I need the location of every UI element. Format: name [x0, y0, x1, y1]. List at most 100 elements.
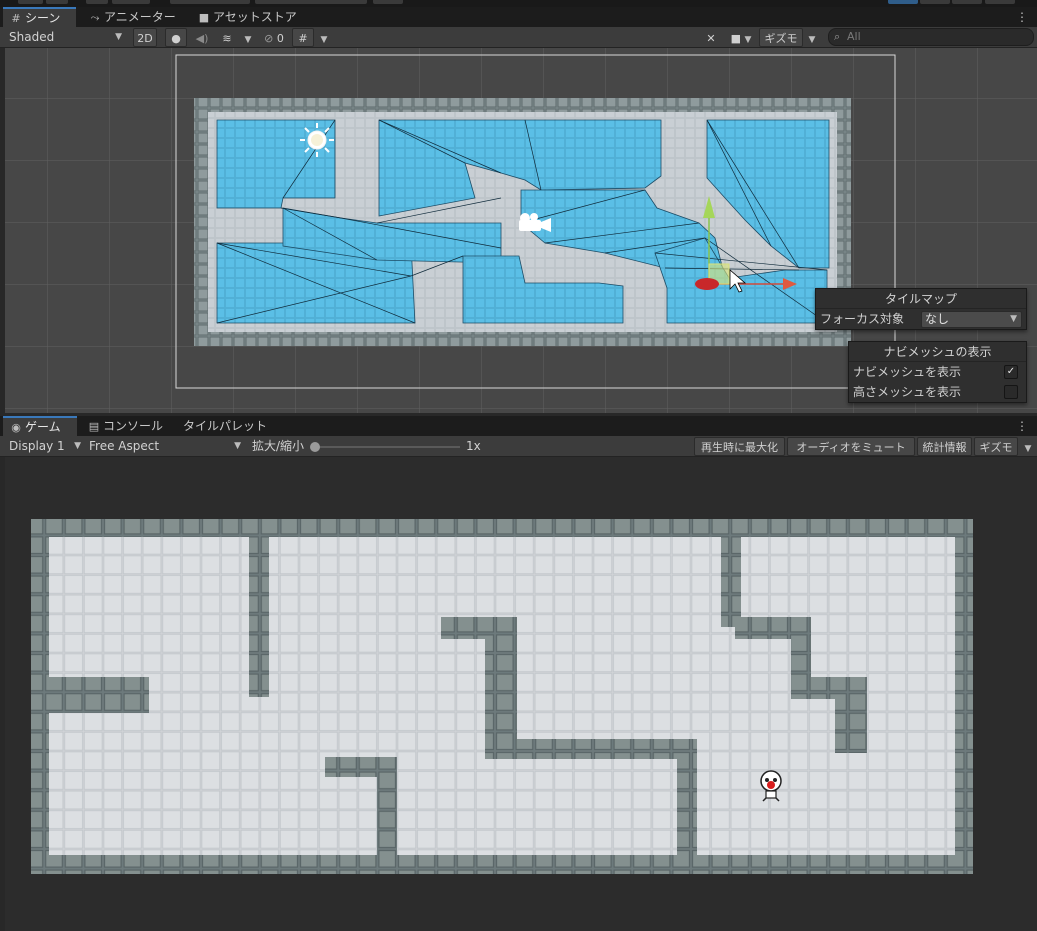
chevron-down-icon: ▼	[115, 32, 122, 42]
gizmos-dropdown[interactable]: ▼	[804, 28, 820, 47]
bag-icon: ■	[198, 11, 210, 24]
top-control[interactable]	[46, 0, 68, 4]
top-control[interactable]	[255, 0, 367, 4]
tilemap-overlay: タイルマップ フォーカス対象 なし ▼	[815, 288, 1027, 330]
scene-view[interactable]: タイルマップ フォーカス対象 なし ▼ ナビメッシュの表示 ナビメッシュを表示 …	[5, 48, 1037, 413]
chevron-down-icon: ▼	[244, 35, 252, 45]
show-navmesh-label: ナビメッシュを表示	[853, 365, 962, 379]
tab-animator-label: アニメーター	[104, 10, 176, 24]
lightbulb-icon: ●	[171, 32, 181, 45]
effects-toggle[interactable]: ≋	[216, 28, 238, 47]
show-height-mesh-checkbox[interactable]	[1004, 385, 1018, 399]
game-gizmos-dropdown[interactable]: ▼	[1020, 437, 1036, 456]
camera-settings-button[interactable]: ■ ▼	[726, 28, 756, 47]
tab-menu-icon[interactable]: ⋮	[1016, 10, 1028, 24]
show-height-mesh-label: 高さメッシュを表示	[853, 385, 962, 399]
tab-asset-store-label: アセットストア	[213, 10, 297, 24]
editor-top-strip	[0, 0, 1037, 7]
navmesh-display-overlay: ナビメッシュの表示 ナビメッシュを表示 ✓ 高さメッシュを表示	[848, 341, 1027, 403]
effects-icon: ≋	[222, 32, 232, 45]
animator-icon: ⤳	[90, 11, 100, 24]
game-gizmos-button[interactable]: ギズモ	[974, 437, 1018, 456]
scene-search-input[interactable]: ⌕ All	[828, 28, 1034, 46]
tab-scene-label: シーン	[25, 11, 61, 25]
shading-mode-value: Shaded	[9, 30, 55, 44]
display-value: Display 1	[9, 439, 65, 453]
top-control[interactable]	[985, 0, 1015, 4]
chevron-down-icon: ▼	[1024, 444, 1032, 454]
focus-on-label: フォーカス対象	[820, 312, 905, 326]
camera-icon: ■	[730, 32, 741, 45]
scale-slider-track[interactable]	[314, 446, 460, 448]
focus-on-value: なし	[925, 312, 950, 326]
chevron-down-icon: ▼	[320, 35, 328, 45]
speaker-icon: ◀)	[195, 32, 209, 45]
tab-tile-palette-label: タイルパレット	[183, 419, 268, 433]
hidden-count: 0	[276, 32, 284, 45]
game-canvas	[31, 519, 973, 874]
grid-snap-toggle[interactable]: #	[292, 28, 314, 47]
audio-toggle[interactable]: ◀)	[191, 28, 213, 47]
aspect-value: Free Aspect	[89, 439, 160, 453]
top-control[interactable]	[170, 0, 250, 4]
scale-slider-handle[interactable]	[310, 442, 320, 452]
tools-icon: ✕	[706, 32, 716, 45]
tab-game[interactable]: ◉ ゲーム	[3, 416, 77, 437]
display-dropdown[interactable]: Display 1 ▼	[9, 437, 83, 456]
top-control[interactable]	[112, 0, 150, 4]
game-view[interactable]	[5, 457, 1037, 931]
tab-asset-store[interactable]: ■ アセットストア	[191, 7, 303, 28]
game-gizmos-label: ギズモ	[979, 441, 1013, 454]
tab-scene[interactable]: # シーン	[3, 7, 76, 28]
scene-gizmos-label: ギズモ	[764, 32, 798, 45]
scene-toolbar: Shaded ▼ 2D ● ◀) ≋ ▼ ⊘ 0 # ▼ ✕ ■ ▼ ギズモ ▼…	[0, 27, 1037, 48]
chevron-down-icon: ▼	[234, 441, 241, 451]
navmesh-overlay-title: ナビメッシュの表示	[849, 342, 1026, 362]
console-icon: ▤	[88, 420, 100, 433]
chevron-down-icon: ▼	[1010, 314, 1017, 324]
mute-audio-button[interactable]: オーディオをミュート	[787, 437, 915, 456]
show-navmesh-row: ナビメッシュを表示 ✓	[849, 362, 1026, 382]
aspect-dropdown[interactable]: Free Aspect ▼	[89, 437, 243, 456]
scale-value: 1x	[466, 439, 481, 453]
stats-button[interactable]: 統計情報	[917, 437, 972, 456]
grid-icon: #	[298, 32, 308, 45]
lighting-toggle[interactable]: ●	[165, 28, 187, 47]
tab-menu-icon[interactable]: ⋮	[1016, 419, 1028, 433]
maximize-on-play-button[interactable]: 再生時に最大化	[694, 437, 785, 456]
eye-slash-icon: ⊘	[264, 32, 274, 45]
show-height-mesh-row: 高さメッシュを表示	[849, 382, 1026, 402]
grid-dropdown[interactable]: ▼	[316, 28, 332, 47]
focus-on-dropdown[interactable]: なし ▼	[921, 311, 1022, 328]
tab-animator[interactable]: ⤳ アニメーター	[82, 7, 182, 28]
grid-icon: #	[11, 12, 21, 25]
top-control[interactable]	[920, 0, 950, 4]
account-control[interactable]	[888, 0, 918, 4]
top-control[interactable]	[952, 0, 982, 4]
shading-mode-dropdown[interactable]: Shaded ▼	[9, 28, 126, 47]
2d-mode-toggle[interactable]: 2D	[133, 28, 157, 47]
game-toolbar: Display 1 ▼ Free Aspect ▼ 拡大/縮小 1x 再生時に最…	[0, 436, 1037, 457]
gamepad-icon: ◉	[11, 421, 21, 434]
checkmark-icon: ✓	[1006, 366, 1016, 377]
chevron-down-icon: ▼	[744, 35, 752, 45]
tab-console[interactable]: ▤ コンソール	[81, 416, 169, 437]
top-control[interactable]	[18, 0, 43, 4]
effects-dropdown[interactable]: ▼	[240, 28, 256, 47]
stats-label: 統計情報	[922, 441, 967, 454]
mute-audio-label: オーディオをミュート	[796, 441, 906, 454]
tab-console-label: コンソール	[103, 419, 164, 433]
scene-gizmos-button[interactable]: ギズモ	[759, 28, 803, 47]
scale-label: 拡大/縮小	[252, 439, 305, 453]
top-control[interactable]	[373, 0, 403, 4]
tab-tile-palette[interactable]: タイルパレット	[177, 416, 273, 437]
focus-on-row: フォーカス対象 なし ▼	[816, 309, 1026, 329]
2d-mode-label: 2D	[137, 32, 153, 45]
tools-button[interactable]: ✕	[700, 28, 722, 47]
top-control[interactable]	[86, 0, 108, 4]
chevron-down-icon: ▼	[808, 35, 816, 45]
show-navmesh-checkbox[interactable]: ✓	[1004, 365, 1018, 379]
tab-game-label: ゲーム	[25, 420, 61, 434]
maximize-on-play-label: 再生時に最大化	[701, 441, 778, 454]
hidden-objects-toggle[interactable]: ⊘ 0	[259, 28, 289, 47]
